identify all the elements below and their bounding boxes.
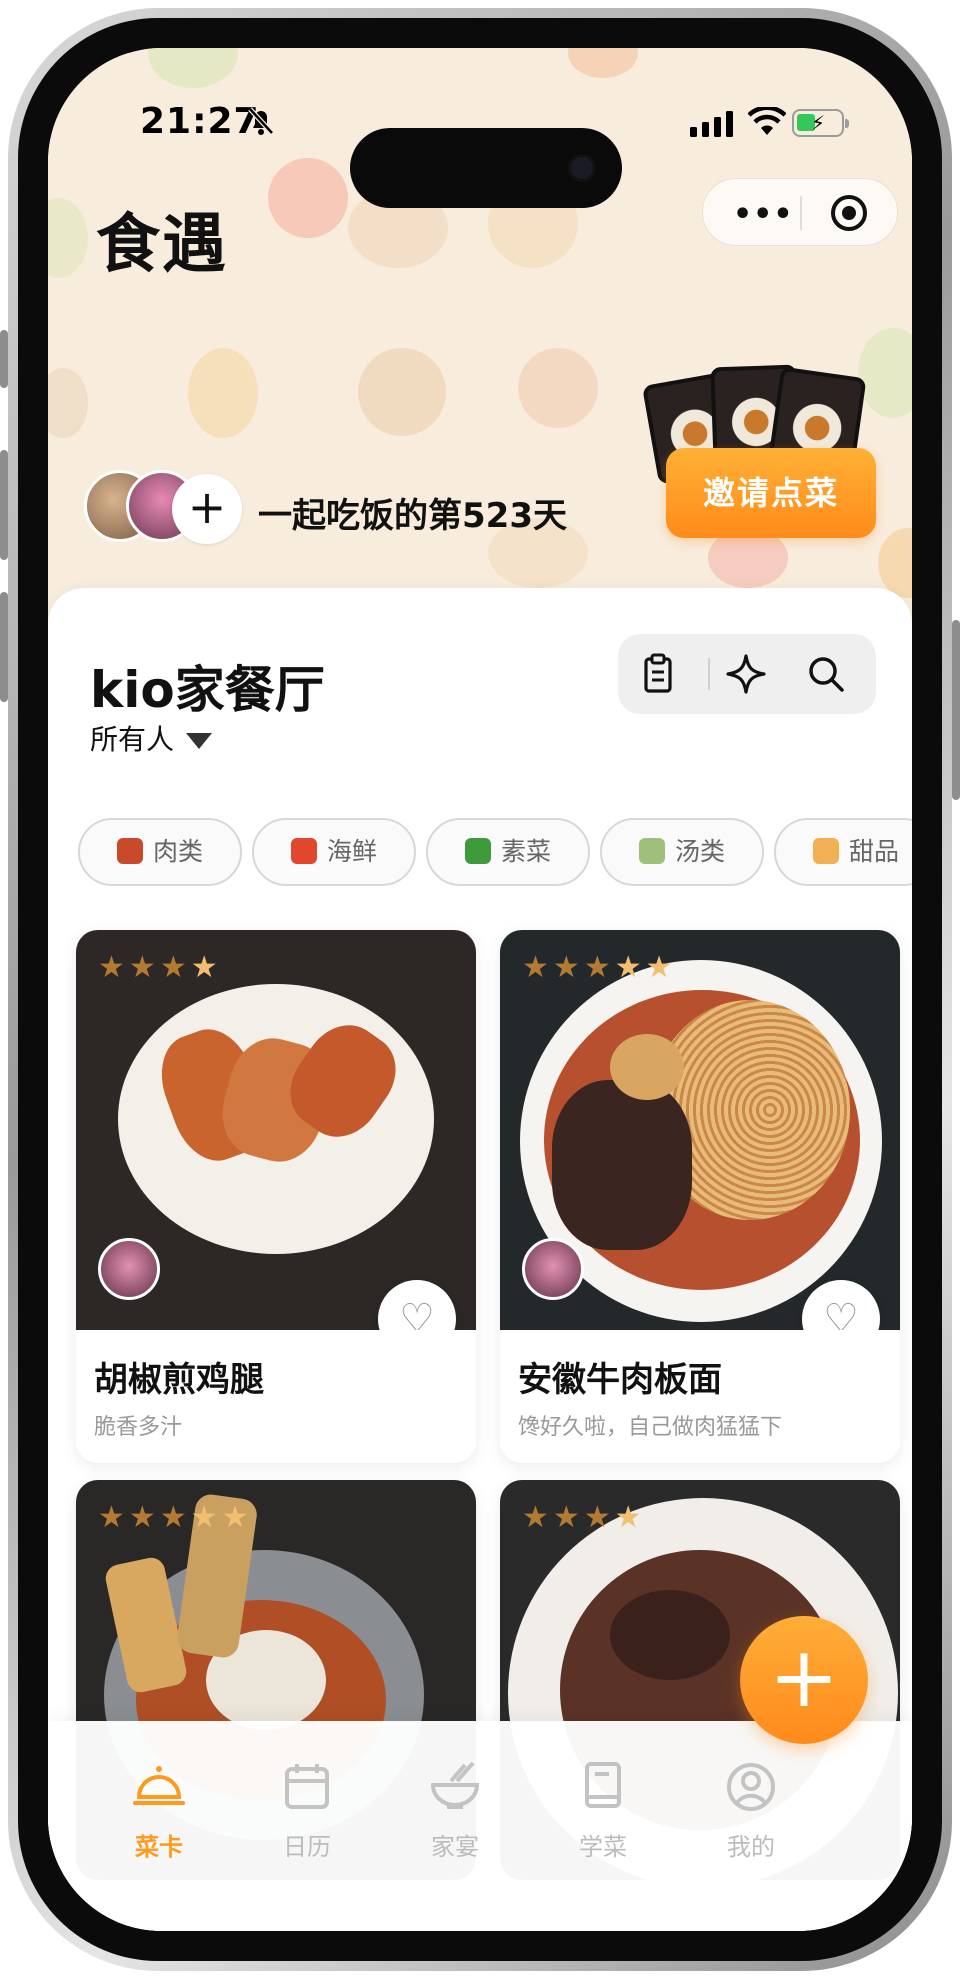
star-icon: ★ xyxy=(583,950,615,985)
owner-filter-label: 所有人 xyxy=(90,723,175,756)
category-label: 甜品 xyxy=(848,837,899,866)
profile-icon xyxy=(723,1759,779,1815)
star-icon: ★ xyxy=(98,1500,129,1535)
heart-icon[interactable]: ♡ xyxy=(802,1280,880,1330)
tab-label: 家宴 xyxy=(431,1833,479,1861)
clipboard-icon[interactable] xyxy=(634,650,682,698)
camera-icon xyxy=(568,154,596,182)
star-icon: ★ xyxy=(522,1500,553,1535)
tab-calendar[interactable]: 日历 xyxy=(232,1759,382,1862)
bell-slash-icon xyxy=(246,105,276,141)
cloche-icon xyxy=(131,1759,187,1815)
tab-menu-card[interactable]: 菜卡 xyxy=(84,1759,234,1862)
tab-family-feast[interactable]: 家宴 xyxy=(380,1759,530,1862)
tab-label: 菜卡 xyxy=(135,1833,183,1861)
rating-stars: ★★★★★ xyxy=(98,1500,253,1535)
battery-charging-icon: ⚡ xyxy=(792,109,849,137)
greens-icon xyxy=(464,838,491,864)
star-icon: ★ xyxy=(583,1500,615,1535)
avatar xyxy=(522,1238,584,1300)
category-chip[interactable]: 甜品 xyxy=(774,818,912,886)
toolbar xyxy=(618,634,876,714)
star-icon: ★ xyxy=(98,950,129,985)
category-chip[interactable]: 海鲜 xyxy=(252,818,416,886)
tab-label: 我的 xyxy=(727,1833,775,1861)
close-miniprogram-icon[interactable] xyxy=(831,195,867,231)
star-icon: ★ xyxy=(614,950,646,985)
category-label: 海鲜 xyxy=(326,837,377,866)
star-icon: ★ xyxy=(221,1500,253,1535)
dynamic-island xyxy=(350,128,622,208)
calendar-icon xyxy=(279,1759,335,1815)
dish-photo: ★★★★★ ♡ xyxy=(500,930,900,1330)
category-label: 素菜 xyxy=(500,837,551,866)
star-icon: ★ xyxy=(159,950,191,985)
meat-icon xyxy=(116,838,143,864)
rating-stars: ★★★★ xyxy=(522,1500,646,1535)
star-icon: ★ xyxy=(522,950,553,985)
wifi-icon xyxy=(747,105,787,141)
status-bar: 21:27 ⚡ xyxy=(48,93,912,208)
dish-card[interactable]: ★★★★★ ♡ 安徽牛肉板面 馋好久啦，自己做肉猛猛下 xyxy=(500,930,900,1463)
lobster-icon xyxy=(290,838,317,864)
capsule-divider xyxy=(800,196,802,230)
more-icon[interactable]: ••• xyxy=(733,197,794,232)
dish-name: 胡椒煎鸡腿 xyxy=(94,1360,264,1400)
star-icon: ★ xyxy=(190,950,222,985)
volume-down-button xyxy=(0,592,8,702)
category-chip[interactable]: 素菜 xyxy=(426,818,590,886)
tab-label: 日历 xyxy=(283,1833,331,1861)
dish-photo: ★★★★ ♡ xyxy=(76,930,476,1330)
caret-down-icon xyxy=(186,733,213,749)
star-icon: ★ xyxy=(159,1500,191,1535)
search-icon[interactable] xyxy=(802,650,850,698)
star-icon: ★ xyxy=(552,950,584,985)
tab-bar: 菜卡 日历 家宴 学菜 我的 xyxy=(48,1721,912,1931)
volume-up-button xyxy=(0,450,8,560)
tab-learn[interactable]: 学菜 xyxy=(528,1759,678,1862)
cellular-signal-icon xyxy=(690,111,734,141)
category-chip[interactable]: 汤类 xyxy=(600,818,764,886)
action-button xyxy=(0,330,8,388)
sparkle-icon[interactable] xyxy=(722,650,770,698)
tab-label: 学菜 xyxy=(579,1833,627,1861)
dish-description: 馋好久啦，自己做肉猛猛下 xyxy=(518,1415,783,1440)
category-label: 肉类 xyxy=(152,837,203,866)
tab-profile[interactable]: 我的 xyxy=(676,1759,826,1862)
avatar xyxy=(98,1238,160,1300)
phone-frame: 21:27 ⚡ 食遇 ••• 邀请点菜 + 一起吃饭的第523天 kio家餐厅 … xyxy=(8,8,952,1971)
heart-icon[interactable]: ♡ xyxy=(378,1280,456,1330)
dish-card[interactable]: ★★★★ ♡ 胡椒煎鸡腿 脆香多汁 xyxy=(76,930,476,1463)
invite-order-button[interactable]: 邀请点菜 xyxy=(666,448,876,538)
category-chips: 肉类 海鲜 素菜 汤类 甜品 xyxy=(78,818,912,890)
star-icon: ★ xyxy=(614,1500,646,1535)
star-icon: ★ xyxy=(128,1500,160,1535)
add-dish-button[interactable]: + xyxy=(740,1616,868,1744)
dish-name: 安徽牛肉板面 xyxy=(518,1360,722,1400)
days-together-text: 一起吃饭的第523天 xyxy=(258,496,567,536)
cake-icon xyxy=(812,838,839,864)
soup-icon xyxy=(638,838,665,864)
category-chip[interactable]: 肉类 xyxy=(78,818,242,886)
book-icon xyxy=(575,1759,631,1815)
restaurant-name: kio家餐厅 xyxy=(90,661,325,719)
miniprogram-capsule: ••• xyxy=(702,178,898,246)
star-icon: ★ xyxy=(190,1500,222,1535)
phone-bezel: 21:27 ⚡ 食遇 ••• 邀请点菜 + 一起吃饭的第523天 kio家餐厅 … xyxy=(18,18,942,1961)
screen: 21:27 ⚡ 食遇 ••• 邀请点菜 + 一起吃饭的第523天 kio家餐厅 … xyxy=(48,48,912,1931)
owner-filter-dropdown[interactable]: 所有人 xyxy=(90,718,213,758)
add-member-button[interactable]: + xyxy=(172,474,242,544)
power-button xyxy=(952,620,960,800)
bowl-icon xyxy=(427,1759,483,1815)
star-icon: ★ xyxy=(552,1500,584,1535)
rating-stars: ★★★★★ xyxy=(522,950,677,985)
category-label: 汤类 xyxy=(674,837,725,866)
star-icon: ★ xyxy=(645,950,677,985)
app-title: 食遇 xyxy=(96,208,228,282)
rating-stars: ★★★★ xyxy=(98,950,222,985)
dish-description: 脆香多汁 xyxy=(94,1415,183,1440)
toolbar-divider xyxy=(708,658,710,690)
star-icon: ★ xyxy=(128,950,160,985)
status-time: 21:27 xyxy=(140,101,260,142)
